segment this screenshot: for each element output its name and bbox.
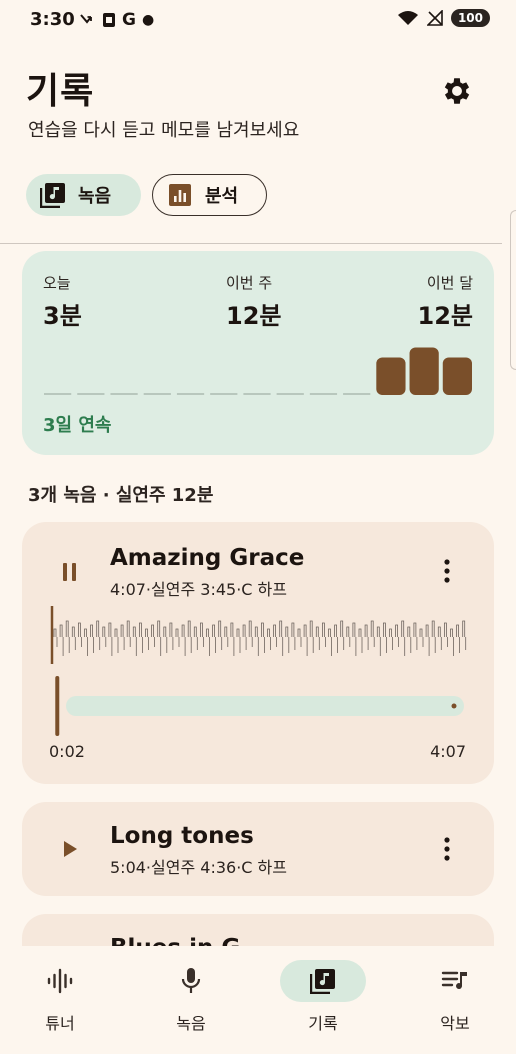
- nav-record[interactable]: 녹음: [141, 960, 241, 1040]
- nav-tuner-label: 튜너: [45, 1014, 75, 1033]
- stat-month-value: 12분: [417, 302, 473, 330]
- recording-card[interactable]: Amazing Grace 4:07·실연주 3:45·C 하프 0:02 4:…: [22, 522, 494, 784]
- bar-chart-icon: [167, 182, 193, 208]
- tab-analysis[interactable]: 분석: [152, 174, 267, 216]
- recording-meta: 5:04·실연주 4:36·C 하프: [110, 858, 287, 877]
- day-bar: [442, 357, 472, 395]
- more-vert-icon[interactable]: [436, 832, 458, 866]
- stat-today-label: 오늘: [43, 274, 71, 292]
- photo-icon: [103, 13, 115, 27]
- nav-history[interactable]: 기록: [273, 960, 373, 1040]
- library-music-icon: [40, 182, 66, 208]
- nav-record-label: 녹음: [176, 1014, 206, 1033]
- mic-icon: [148, 960, 234, 1002]
- stat-week-label: 이번 주: [226, 274, 273, 292]
- nav-history-label: 기록: [308, 1014, 338, 1033]
- page-title: 기록: [26, 71, 95, 112]
- nav-sheet-music-label: 악보: [440, 1014, 470, 1033]
- streak-label: 3일 연속: [43, 415, 112, 436]
- recording-title: Long tones: [110, 823, 254, 849]
- recording-card[interactable]: Long tones 5:04·실연주 4:36·C 하프: [22, 802, 494, 896]
- status-time: 3:30: [30, 9, 75, 30]
- library-music-icon: [280, 960, 366, 1002]
- playback-position: 0:02: [49, 742, 85, 761]
- playback-duration: 4:07: [430, 742, 466, 761]
- waveform-icon: [17, 960, 103, 1002]
- no-signal-icon: [426, 10, 443, 26]
- status-system-icons: 100: [397, 9, 490, 27]
- page-subtitle: 연습을 다시 듣고 메모를 남겨보세요: [28, 120, 300, 141]
- waveform[interactable]: [50, 606, 470, 668]
- seek-end-dot: [451, 703, 457, 709]
- seek-thumb[interactable]: [55, 676, 60, 736]
- pause-icon[interactable]: [52, 554, 88, 590]
- dot-icon: ●: [141, 12, 155, 28]
- scroll-handle[interactable]: [510, 210, 516, 370]
- seek-track[interactable]: [66, 696, 464, 716]
- daily-practice-bars: [44, 347, 472, 395]
- sheet-music-icon: [412, 960, 498, 1002]
- more-vert-icon[interactable]: [436, 554, 458, 588]
- missed-call-icon: [80, 14, 92, 24]
- google-icon: G: [122, 10, 136, 30]
- nav-sheet-music[interactable]: 악보: [405, 960, 505, 1040]
- recording-meta: 4:07·실연주 3:45·C 하프: [110, 580, 287, 599]
- bottom-navigation: 튜너 녹음 기록 악보: [0, 946, 516, 1054]
- play-icon[interactable]: [52, 831, 88, 867]
- tab-recordings[interactable]: 녹음: [26, 174, 141, 216]
- tab-analysis-label: 분석: [205, 186, 239, 207]
- battery-icon: 100: [450, 9, 490, 27]
- header-divider: [0, 243, 502, 244]
- day-bar: [376, 357, 406, 395]
- status-bar: 3:30 G ● 100: [0, 0, 516, 40]
- stat-week-value: 12분: [226, 302, 282, 330]
- recording-title: Amazing Grace: [110, 545, 305, 571]
- practice-stats-card: 오늘 3분 이번 주 12분 이번 달 12분 3일 연속: [22, 251, 494, 455]
- tab-recordings-label: 녹음: [78, 186, 112, 207]
- settings-gear-icon[interactable]: [440, 74, 474, 108]
- day-bar: [409, 347, 439, 395]
- seek-bar[interactable]: [50, 676, 470, 736]
- status-notification-icons: G ●: [80, 10, 154, 30]
- nav-tuner[interactable]: 튜너: [10, 960, 110, 1040]
- stat-today-value: 3분: [43, 302, 82, 330]
- waveform-trace: [53, 620, 467, 656]
- stat-month-label: 이번 달: [426, 274, 473, 292]
- wifi-icon: [397, 11, 418, 25]
- recordings-summary: 3개 녹음 · 실연주 12분: [28, 485, 214, 506]
